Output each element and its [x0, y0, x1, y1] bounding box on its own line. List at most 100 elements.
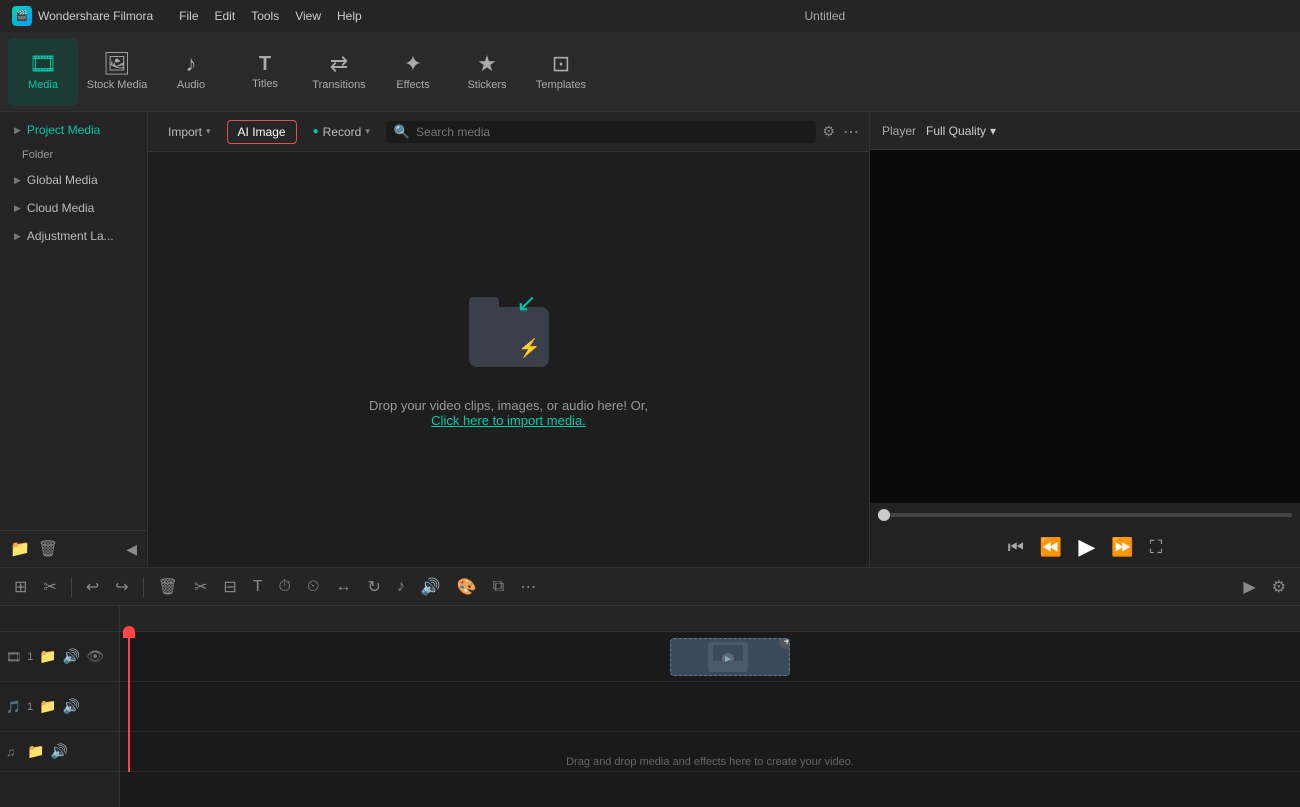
- media-clip[interactable]: +: [670, 638, 790, 676]
- video-track-icon: 🎞: [6, 650, 21, 664]
- audio-icon: ♪: [186, 53, 197, 75]
- toolbar-titles[interactable]: T Titles: [230, 38, 300, 106]
- window-title: Untitled: [805, 9, 846, 23]
- audio2-folder-icon[interactable]: 📁: [27, 743, 44, 760]
- sidebar-item-adjustment[interactable]: ▶ Adjustment La...: [4, 222, 143, 250]
- time-btn[interactable]: ⏱: [273, 574, 297, 600]
- app-name: Wondershare Filmora: [38, 9, 153, 23]
- toolbar-media[interactable]: 🎞 Media: [8, 38, 78, 106]
- volume-btn[interactable]: 🔊: [415, 573, 447, 601]
- timeline-ruler: 00:00 00:00:04:19 00:00:09:14 00:00:14:0…: [120, 606, 1300, 632]
- timeline-mode-btn[interactable]: ✂: [37, 573, 62, 601]
- menu-help[interactable]: Help: [337, 9, 362, 23]
- quality-label: Full Quality: [926, 124, 986, 138]
- progress-handle[interactable]: [878, 509, 890, 521]
- step-back-button[interactable]: ⏮: [1008, 537, 1024, 558]
- color-btn[interactable]: 🎨: [451, 573, 483, 601]
- import-link[interactable]: Click here to import media.: [431, 413, 586, 428]
- audio-track-folder-icon[interactable]: 📁: [39, 698, 56, 715]
- player-controls: ⏮ ⏪ ▶ ⏩ ⛶: [870, 527, 1300, 567]
- record-label: Record: [323, 125, 362, 139]
- clip-thumb-svg: [713, 645, 743, 669]
- add-clip-icon[interactable]: +: [779, 638, 790, 649]
- playhead-top: [123, 626, 135, 638]
- loop-btn[interactable]: ↻: [362, 573, 387, 601]
- cut-btn[interactable]: ✂: [188, 573, 213, 601]
- menu-tools[interactable]: Tools: [251, 9, 279, 23]
- tl-settings-btn[interactable]: ⚙: [1266, 573, 1292, 601]
- tl-play-btn[interactable]: ▶: [1237, 573, 1261, 601]
- toolbar-transitions[interactable]: ⇄ Transitions: [304, 38, 374, 106]
- sidebar-folder-label: Folder: [22, 149, 53, 161]
- arrow-down-icon: ↙: [516, 289, 536, 318]
- player-header: Player Full Quality ▾: [870, 112, 1300, 150]
- menu-file[interactable]: File: [179, 9, 198, 23]
- search-icon: 🔍: [394, 124, 410, 140]
- titles-icon: T: [259, 54, 271, 74]
- track-speaker-icon[interactable]: 🔊: [63, 648, 80, 665]
- track-eye-icon[interactable]: 👁: [86, 648, 104, 665]
- transitions-label: Transitions: [312, 79, 365, 91]
- collapse-icon[interactable]: ◀: [126, 541, 137, 558]
- delete-btn[interactable]: 🗑: [152, 573, 184, 601]
- effects-label: Effects: [396, 79, 429, 91]
- frame-forward-button[interactable]: ⏩: [1111, 537, 1133, 558]
- toolbar-templates[interactable]: ⊡ Templates: [526, 38, 596, 106]
- menu-edit[interactable]: Edit: [215, 9, 236, 23]
- video-track-label: 1: [27, 651, 33, 663]
- drop-zone: ↙ ⚡ Drop your video clips, images, or au…: [148, 152, 869, 567]
- timeline-area: ⊞ ✂ ↩ ↪ 🗑 ✂ ⊟ T ⏱ ⏲ ↔ ↻ ♪ 🔊 🎨 ⧉ ⋯ ▶ ⚙ 🎞 …: [0, 567, 1300, 807]
- audio-track-row[interactable]: [120, 682, 1300, 732]
- sidebar-item-project-media[interactable]: ▶ Project Media: [4, 116, 143, 144]
- import-label: Import: [168, 125, 202, 139]
- toolbar-effects[interactable]: ✦ Effects: [378, 38, 448, 106]
- ai-image-label: AI Image: [238, 125, 286, 139]
- audio2-speaker-icon[interactable]: 🔊: [50, 743, 67, 760]
- main-toolbar: 🎞 Media 🖼 Stock Media ♪ Audio T Titles ⇄…: [0, 32, 1300, 112]
- media-toolbar: Import ▾ AI Image ● Record ▾ 🔍 ⚙ ⋯: [148, 112, 869, 152]
- quality-chevron-icon: ▾: [990, 124, 996, 138]
- speed-btn[interactable]: ⏲: [301, 574, 325, 600]
- playhead[interactable]: [128, 632, 130, 772]
- quality-select[interactable]: Full Quality ▾: [926, 124, 996, 138]
- more-options-icon[interactable]: ⋯: [843, 122, 859, 142]
- player-screen: [870, 150, 1300, 503]
- audio2-track-header: ♫ 📁 🔊: [0, 732, 119, 772]
- transform-btn[interactable]: ⧉: [487, 574, 510, 600]
- text-btn[interactable]: T: [247, 574, 269, 600]
- menu-view[interactable]: View: [295, 9, 321, 23]
- timeline-main: 00:00 00:00:04:19 00:00:09:14 00:00:14:0…: [120, 606, 1300, 807]
- tl-right: ▶ ⚙: [1237, 573, 1292, 601]
- fullscreen-button[interactable]: ⛶: [1150, 537, 1163, 558]
- toolbar-stock-media[interactable]: 🖼 Stock Media: [82, 38, 152, 106]
- record-button[interactable]: ● Record ▾: [303, 121, 380, 143]
- sidebar-item-folder[interactable]: Folder: [0, 144, 147, 166]
- audio-track-speaker-icon[interactable]: 🔊: [63, 698, 80, 715]
- sidebar-item-cloud-media[interactable]: ▶ Cloud Media: [4, 194, 143, 222]
- media-label: Media: [28, 79, 58, 91]
- sidebar-item-global-media[interactable]: ▶ Global Media: [4, 166, 143, 194]
- new-folder-icon[interactable]: 📁: [10, 539, 30, 559]
- progress-bar[interactable]: [878, 513, 1292, 517]
- more-btn[interactable]: ⋯: [514, 573, 542, 601]
- chevron-icon: ▶: [14, 125, 21, 136]
- audio-btn[interactable]: ♪: [391, 574, 411, 600]
- search-input[interactable]: [416, 125, 808, 139]
- toolbar-stickers[interactable]: ★ Stickers: [452, 38, 522, 106]
- clip-thumbnail: [708, 642, 748, 672]
- filter-icon[interactable]: ⚙: [822, 123, 835, 140]
- toolbar-audio[interactable]: ♪ Audio: [156, 38, 226, 106]
- reverse-btn[interactable]: ↔: [330, 574, 358, 600]
- video-track-row[interactable]: +: [120, 632, 1300, 682]
- play-button[interactable]: ▶: [1078, 534, 1095, 560]
- undo-btn[interactable]: ↩: [80, 573, 105, 601]
- sidebar-cloud-media-label: Cloud Media: [27, 201, 94, 215]
- redo-btn[interactable]: ↪: [109, 573, 134, 601]
- timeline-view-btn[interactable]: ⊞: [8, 573, 33, 601]
- crop-btn[interactable]: ⊟: [217, 573, 242, 601]
- ai-image-button[interactable]: AI Image: [227, 120, 297, 144]
- delete-folder-icon[interactable]: 🗑: [38, 539, 58, 559]
- import-button[interactable]: Import ▾: [158, 121, 221, 143]
- frame-back-button[interactable]: ⏪: [1040, 537, 1062, 558]
- track-folder-icon[interactable]: 📁: [39, 648, 56, 665]
